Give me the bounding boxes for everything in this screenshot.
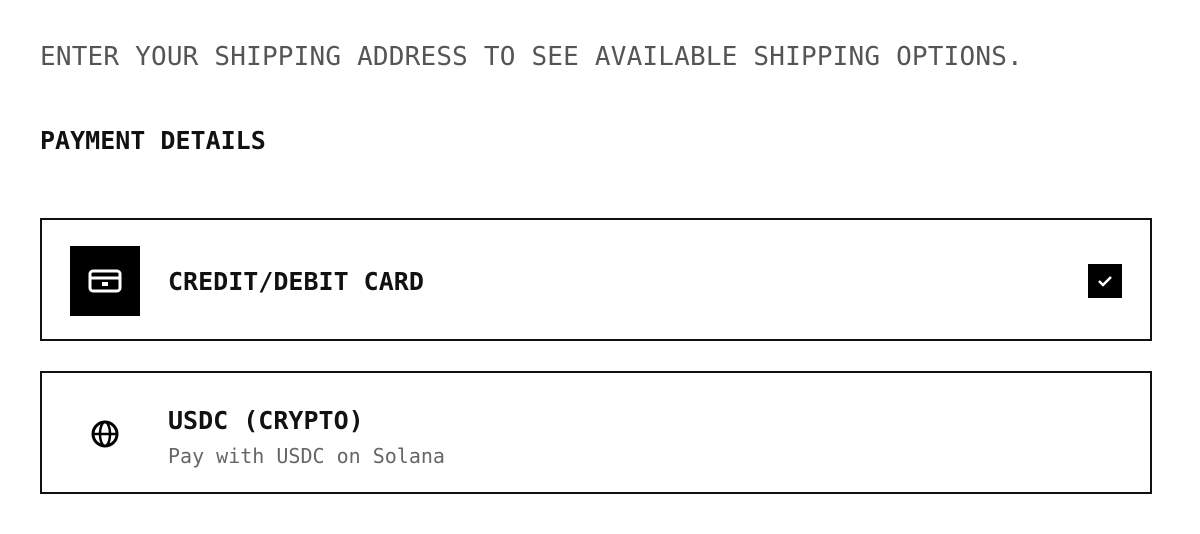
payment-option-credit-card[interactable]: CREDIT/DEBIT CARD [40,218,1152,341]
payment-option-title: CREDIT/DEBIT CARD [168,267,424,296]
payment-details-heading: PAYMENT DETAILS [40,126,266,155]
credit-card-icon [70,246,140,316]
checkmark-icon [1098,276,1112,287]
payment-option-subtitle: Pay with USDC on Solana [168,444,445,468]
globe-icon [70,399,140,469]
payment-option-title: USDC (CRYPTO) [168,406,364,435]
shipping-options-notice: ENTER YOUR SHIPPING ADDRESS TO SEE AVAIL… [40,42,1023,72]
payment-option-usdc[interactable]: USDC (CRYPTO) Pay with USDC on Solana [40,371,1152,494]
selected-checkbox[interactable] [1088,264,1122,298]
